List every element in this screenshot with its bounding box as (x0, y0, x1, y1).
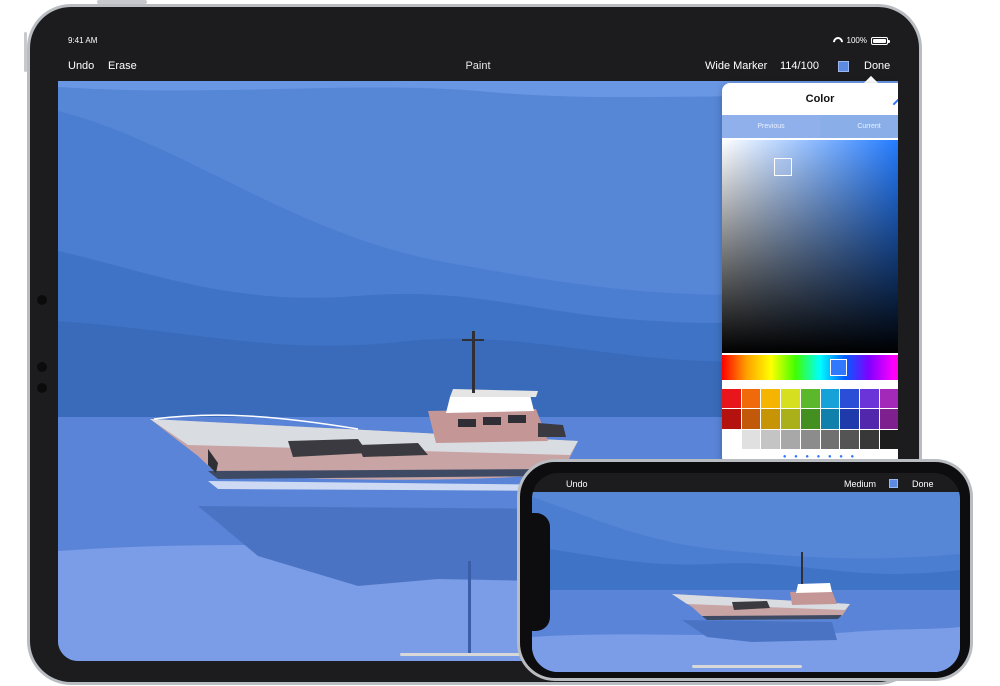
palette-color-swatch[interactable] (859, 389, 879, 409)
ipad-volume-up-button (24, 32, 27, 72)
palette-color-swatch[interactable] (820, 389, 840, 409)
palette-color-swatch[interactable] (879, 429, 898, 449)
palette-color-swatch[interactable] (859, 429, 879, 449)
iphone-done-button[interactable]: Done (912, 479, 934, 489)
palette-color-swatch[interactable] (820, 409, 840, 429)
iphone-device: Undo Medium Done (517, 459, 973, 681)
iphone-drawing-canvas[interactable] (532, 492, 960, 672)
palette-color-swatch[interactable] (800, 389, 820, 409)
palette-color-swatch[interactable] (741, 409, 761, 429)
saturation-brightness-picker[interactable] (722, 140, 898, 353)
palette-color-swatch[interactable] (722, 409, 741, 429)
palette-color-swatch[interactable] (840, 429, 859, 449)
current-color-swatch: Current (820, 115, 898, 138)
page-title: Paint (465, 60, 491, 72)
iphone-color-swatch-button[interactable] (889, 479, 898, 488)
palette-color-swatch[interactable] (800, 429, 820, 449)
palette-color-swatch[interactable] (781, 429, 800, 449)
battery-icon (871, 36, 890, 45)
palette-color-swatch[interactable] (800, 409, 820, 429)
ipad-sensor (37, 295, 47, 305)
done-button[interactable]: Done (864, 60, 890, 72)
palette-color-swatch[interactable] (761, 409, 781, 429)
iphone-notch (532, 513, 550, 631)
brush-tool-button[interactable]: Wide Marker (705, 60, 767, 72)
palette-color-swatch[interactable] (840, 409, 859, 429)
palette-color-swatch[interactable] (879, 409, 898, 429)
ipad-sensor (37, 362, 47, 372)
palette-color-swatch[interactable] (820, 429, 840, 449)
palette-color-swatch[interactable] (859, 409, 879, 429)
eyedropper-icon[interactable] (892, 92, 898, 106)
palette-color-swatch[interactable] (879, 389, 898, 409)
status-bar: 9:41 AM 100% (58, 33, 898, 51)
color-swatch-button[interactable] (838, 61, 849, 72)
color-popover-title: Color (805, 93, 835, 105)
palette-color-swatch[interactable] (741, 389, 761, 409)
palette-color-swatch[interactable] (741, 429, 761, 449)
color-popover: Color Previous Current ● ● ● ● ● ● ● (722, 83, 898, 465)
stroke-count: 114/100 (780, 60, 819, 72)
palette-color-swatch[interactable] (781, 409, 800, 429)
status-time: 9:41 AM (68, 36, 98, 45)
hue-slider[interactable] (722, 355, 898, 380)
paint-toolbar: Undo Erase Paint Wide Marker 114/100 Don… (58, 51, 898, 81)
palette-color-swatch[interactable] (840, 389, 859, 409)
hue-slider-thumb[interactable] (830, 359, 847, 376)
palette-color-swatch[interactable] (722, 429, 741, 449)
status-right: 100% (833, 36, 890, 45)
iphone-home-indicator (692, 665, 802, 668)
palette-color-swatch[interactable] (722, 389, 741, 409)
ipad-sensor (37, 383, 47, 393)
palette-color-swatch[interactable] (761, 429, 781, 449)
battery-percent: 100% (846, 36, 867, 45)
palette-color-swatch[interactable] (761, 389, 781, 409)
iphone-screen: Undo Medium Done (532, 473, 960, 672)
iphone-brush-tool-button[interactable]: Medium (844, 479, 876, 489)
wifi-icon (833, 37, 843, 44)
iphone-undo-button[interactable]: Undo (566, 479, 588, 489)
palette-color-swatch[interactable] (781, 389, 800, 409)
ipad-top-button (97, 0, 147, 4)
previous-current-swatches: Previous Current (722, 115, 898, 138)
color-picker-thumb[interactable] (774, 158, 792, 176)
previous-color-swatch[interactable]: Previous (722, 115, 820, 138)
iphone-paint-toolbar: Undo Medium Done (532, 473, 960, 492)
iphone-bezel: Undo Medium Done (520, 462, 970, 678)
color-palette-grid (722, 389, 898, 449)
